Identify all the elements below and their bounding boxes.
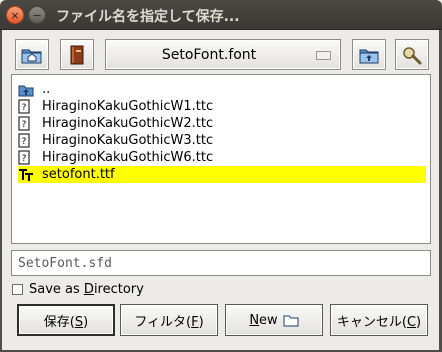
- save-as-directory-option[interactable]: Save as Directory: [12, 280, 144, 298]
- svg-text:?: ?: [22, 154, 27, 164]
- list-item[interactable]: ..: [18, 81, 426, 98]
- svg-text:?: ?: [22, 137, 27, 147]
- unknown-file-icon: ?: [18, 99, 36, 115]
- list-item[interactable]: ? HiraginoKakuGothicW6.ttc: [18, 149, 426, 166]
- new-folder-button[interactable]: New: [225, 304, 323, 336]
- unknown-file-icon: ?: [18, 116, 36, 132]
- directory-dropdown[interactable]: SetoFont.font: [105, 39, 341, 70]
- minimize-icon: −: [32, 8, 42, 22]
- parent-directory-button[interactable]: [352, 39, 386, 70]
- home-button[interactable]: [15, 39, 49, 70]
- new-folder-icon: [283, 315, 299, 326]
- filter-button[interactable]: フィルタ(F): [120, 304, 218, 336]
- close-icon: ×: [10, 8, 20, 22]
- filename-input[interactable]: [11, 250, 431, 276]
- truetype-font-icon: [18, 167, 36, 183]
- unknown-file-icon: ?: [18, 133, 36, 149]
- list-item[interactable]: ? HiraginoKakuGothicW3.ttc: [18, 132, 426, 149]
- file-name: HiraginoKakuGothicW3.ttc: [42, 133, 214, 148]
- title-bar[interactable]: × − ファイル名を指定して保存...: [0, 0, 442, 30]
- current-directory: SetoFont.font: [161, 47, 257, 63]
- new-button-label: New: [249, 312, 278, 328]
- up-folder-icon: [18, 82, 36, 98]
- save-as-directory-label: Save as Directory: [29, 281, 144, 297]
- file-name: HiraginoKakuGothicW2.ttc: [42, 116, 214, 131]
- cancel-button-label: キャンセル(C): [336, 314, 422, 330]
- bookmark-book-icon: [70, 45, 84, 64]
- save-button[interactable]: 保存(S): [17, 304, 115, 336]
- save-file-dialog: × − ファイル名を指定して保存... SetoFont.font .. ? H…: [0, 0, 442, 352]
- list-item[interactable]: ? HiraginoKakuGothicW2.ttc: [18, 115, 426, 132]
- file-name: HiraginoKakuGothicW1.ttc: [42, 99, 214, 114]
- list-item-selected[interactable]: setofont.ttf: [18, 166, 426, 183]
- cancel-button[interactable]: キャンセル(C): [330, 304, 428, 336]
- close-button[interactable]: ×: [6, 6, 24, 24]
- file-name: ..: [42, 82, 51, 97]
- window-title: ファイル名を指定して保存...: [56, 9, 240, 25]
- svg-text:?: ?: [22, 120, 27, 130]
- magnifier-icon: [403, 46, 422, 64]
- file-list[interactable]: .. ? HiraginoKakuGothicW1.ttc ? Hiragino…: [11, 74, 431, 244]
- file-name: setofont.ttf: [42, 167, 115, 182]
- save-button-label: 保存(S): [43, 314, 89, 330]
- unknown-file-icon: ?: [18, 150, 36, 166]
- bookmarks-button[interactable]: [60, 39, 94, 70]
- parent-directory-icon: [359, 49, 379, 63]
- dropdown-indicator-icon: [316, 51, 331, 60]
- minimize-button[interactable]: −: [28, 6, 46, 24]
- list-item[interactable]: ? HiraginoKakuGothicW1.ttc: [18, 98, 426, 115]
- file-name: HiraginoKakuGothicW6.ttc: [42, 150, 214, 165]
- search-button[interactable]: [395, 39, 429, 70]
- home-folder-icon: [21, 49, 42, 63]
- save-as-directory-checkbox[interactable]: [12, 283, 23, 295]
- svg-text:?: ?: [22, 103, 27, 113]
- filter-button-label: フィルタ(F): [134, 314, 204, 330]
